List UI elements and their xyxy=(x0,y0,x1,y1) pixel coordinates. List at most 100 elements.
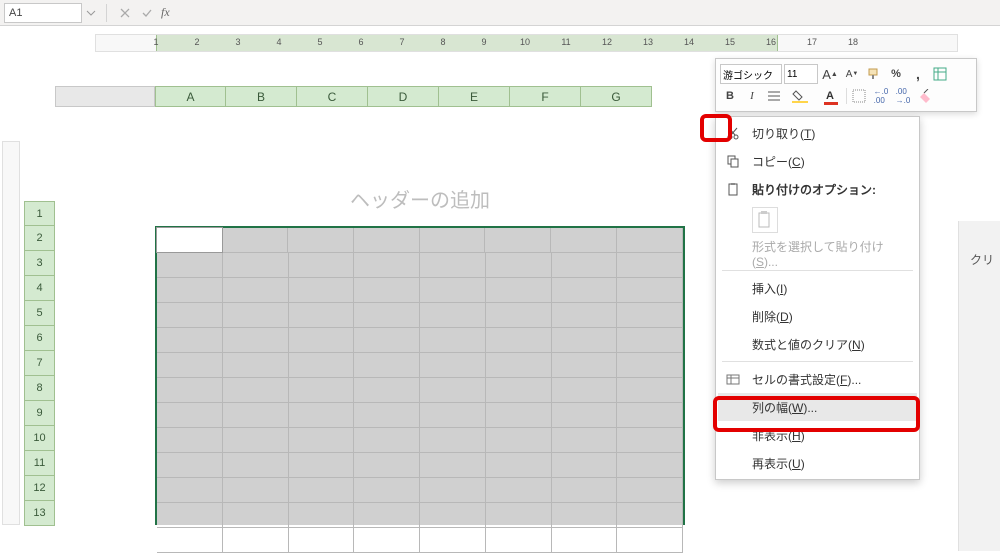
cell[interactable] xyxy=(354,253,420,278)
cell[interactable] xyxy=(157,428,223,453)
cell[interactable] xyxy=(354,453,420,478)
cell[interactable] xyxy=(552,328,618,353)
cell[interactable] xyxy=(486,378,552,403)
cell[interactable] xyxy=(289,528,355,553)
cell[interactable] xyxy=(223,303,289,328)
ctx-unhide[interactable]: 再表示(U) xyxy=(718,449,917,477)
cell[interactable] xyxy=(552,428,618,453)
cell[interactable] xyxy=(354,403,420,428)
cell[interactable] xyxy=(223,278,289,303)
cell[interactable] xyxy=(354,503,420,528)
cell[interactable] xyxy=(354,378,420,403)
cell[interactable] xyxy=(617,378,683,403)
cell[interactable] xyxy=(157,503,223,528)
cell[interactable] xyxy=(420,528,486,553)
cell[interactable] xyxy=(552,303,618,328)
column-header-a[interactable]: A xyxy=(155,86,226,107)
cell[interactable] xyxy=(223,453,289,478)
cell[interactable] xyxy=(157,253,223,278)
ctx-cut[interactable]: 切り取り(T) xyxy=(718,119,917,147)
cell[interactable] xyxy=(617,303,683,328)
cell[interactable] xyxy=(552,253,618,278)
cell[interactable] xyxy=(289,453,355,478)
row-header-2[interactable]: 2 xyxy=(24,226,55,251)
increase-decimal-icon[interactable]: ←.0.00 xyxy=(871,86,891,106)
column-header-g[interactable]: G xyxy=(581,86,652,107)
decrease-font-icon[interactable]: A▼ xyxy=(842,64,862,84)
cell[interactable] xyxy=(420,353,486,378)
cell[interactable] xyxy=(157,403,223,428)
column-header-e[interactable]: E xyxy=(439,86,510,107)
cell[interactable] xyxy=(289,253,355,278)
cell[interactable] xyxy=(486,253,552,278)
border-icon[interactable] xyxy=(849,86,869,106)
cell[interactable] xyxy=(552,378,618,403)
cell[interactable] xyxy=(420,278,486,303)
cell[interactable] xyxy=(223,403,289,428)
row-col-corner[interactable] xyxy=(55,86,155,107)
row-header-5[interactable]: 5 xyxy=(24,301,55,326)
cell[interactable] xyxy=(420,478,486,503)
cell[interactable] xyxy=(420,453,486,478)
cell[interactable] xyxy=(223,378,289,403)
cell[interactable] xyxy=(552,278,618,303)
row-header-12[interactable]: 12 xyxy=(24,476,55,501)
cell[interactable] xyxy=(289,353,355,378)
cell[interactable] xyxy=(486,303,552,328)
cell[interactable] xyxy=(617,403,683,428)
cell[interactable] xyxy=(486,353,552,378)
cell[interactable] xyxy=(485,228,551,253)
ctx-delete[interactable]: 削除(D) xyxy=(718,302,917,330)
cell[interactable] xyxy=(486,403,552,428)
cell[interactable] xyxy=(617,353,683,378)
cell[interactable] xyxy=(289,378,355,403)
decrease-decimal-icon[interactable]: .00→.0 xyxy=(893,86,913,106)
ctx-insert[interactable]: 挿入(I) xyxy=(718,274,917,302)
cell[interactable] xyxy=(617,278,683,303)
name-box-chevron-icon[interactable] xyxy=(82,4,100,22)
cell[interactable] xyxy=(354,228,420,253)
italic-icon[interactable]: I xyxy=(742,86,762,106)
ctx-format-cells[interactable]: セルの書式設定(F)... xyxy=(718,365,917,393)
row-header-1[interactable]: 1 xyxy=(24,201,55,226)
row-header-4[interactable]: 4 xyxy=(24,276,55,301)
cell[interactable] xyxy=(157,303,223,328)
cell[interactable] xyxy=(617,503,683,528)
cell[interactable] xyxy=(617,453,683,478)
page-header-area[interactable]: ヘッダーの追加 xyxy=(155,171,685,226)
row-header-8[interactable]: 8 xyxy=(24,376,55,401)
cell[interactable] xyxy=(157,478,223,503)
cell[interactable] xyxy=(223,353,289,378)
column-header-b[interactable]: B xyxy=(226,86,297,107)
cell[interactable] xyxy=(420,253,486,278)
cell[interactable] xyxy=(289,478,355,503)
cell[interactable] xyxy=(223,528,289,553)
format-cells-icon[interactable] xyxy=(930,64,950,84)
font-color-icon[interactable]: A xyxy=(816,86,844,106)
comma-icon[interactable]: , xyxy=(908,64,928,84)
fx-label[interactable]: fx xyxy=(161,5,170,20)
cancel-icon[interactable] xyxy=(115,3,135,23)
font-name-select[interactable] xyxy=(720,64,782,84)
cell[interactable] xyxy=(420,503,486,528)
fill-color-icon[interactable] xyxy=(786,86,814,106)
cell[interactable] xyxy=(420,328,486,353)
cell[interactable] xyxy=(223,328,289,353)
row-header-7[interactable]: 7 xyxy=(24,351,55,376)
cell[interactable] xyxy=(354,303,420,328)
font-size-select[interactable] xyxy=(784,64,818,84)
cell[interactable] xyxy=(420,228,486,253)
cell[interactable] xyxy=(157,378,223,403)
cell[interactable] xyxy=(486,528,552,553)
cell[interactable] xyxy=(486,503,552,528)
cell[interactable] xyxy=(420,428,486,453)
cell[interactable] xyxy=(552,528,618,553)
cell[interactable] xyxy=(354,278,420,303)
cell[interactable] xyxy=(157,353,223,378)
cell[interactable] xyxy=(289,328,355,353)
cell[interactable] xyxy=(223,253,289,278)
cell[interactable] xyxy=(289,403,355,428)
cell[interactable] xyxy=(157,328,223,353)
cell[interactable] xyxy=(289,303,355,328)
ctx-clear[interactable]: 数式と値のクリア(N) xyxy=(718,330,917,358)
